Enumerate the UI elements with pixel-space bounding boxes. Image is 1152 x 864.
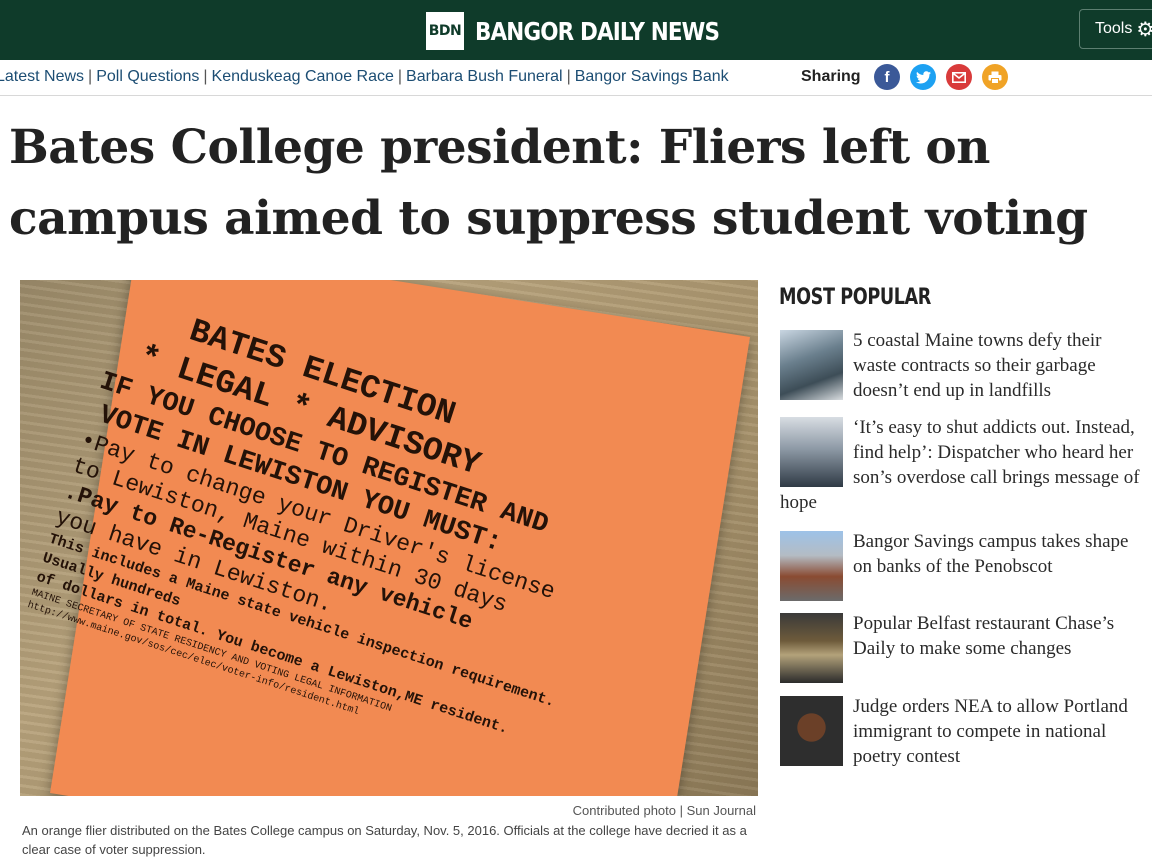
thumbnail[interactable] bbox=[780, 417, 843, 487]
nav-link-barbara-bush[interactable]: Barbara Bush Funeral bbox=[406, 68, 563, 85]
logo-abbr: BDN bbox=[428, 23, 462, 39]
most-popular-item[interactable]: 5 coastal Maine towns defy their waste c… bbox=[780, 328, 1142, 403]
facebook-icon[interactable]: f bbox=[874, 64, 900, 90]
site-header: BDN BANGOR DAILY NEWS Tools ⚙ bbox=[0, 0, 1152, 60]
most-popular-item[interactable]: Bangor Savings campus takes shape on ban… bbox=[780, 529, 1142, 601]
most-popular-link[interactable]: Bangor Savings campus takes shape on ban… bbox=[853, 531, 1128, 577]
twitter-icon[interactable] bbox=[910, 64, 936, 90]
print-icon[interactable] bbox=[982, 64, 1008, 90]
most-popular-item[interactable]: Judge orders NEA to allow Portland immig… bbox=[780, 694, 1142, 769]
sharing-label: Sharing bbox=[801, 68, 861, 85]
most-popular-heading: MOST POPULAR bbox=[779, 285, 931, 310]
photo-credit: Contributed photo | Sun Journal bbox=[572, 803, 756, 818]
site-name: BANGOR DAILY NEWS bbox=[475, 16, 720, 46]
site-logo[interactable]: BDN BANGOR DAILY NEWS bbox=[426, 9, 759, 53]
nav-separator: | bbox=[88, 68, 93, 85]
tools-label: Tools bbox=[1095, 20, 1133, 37]
nav-link-poll-questions[interactable]: Poll Questions bbox=[96, 68, 199, 85]
thumbnail[interactable] bbox=[780, 696, 843, 766]
nav-separator: | bbox=[397, 68, 403, 85]
tools-button[interactable]: Tools ⚙ bbox=[1079, 9, 1152, 49]
nav-links: Latest News | Poll Questions | Kenduskeag Ca… bbox=[0, 68, 729, 86]
most-popular-link[interactable]: Popular Belfast restaurant Chase’s Daily… bbox=[853, 613, 1114, 659]
photo-caption: An orange flier distributed on the Bates… bbox=[22, 823, 747, 857]
nav-link-bangor-savings[interactable]: Bangor Savings Bank bbox=[575, 68, 729, 85]
most-popular-item[interactable]: ‘It’s easy to shut addicts out. Instead,… bbox=[780, 415, 1142, 515]
article-headline: Bates College president: Fliers left on … bbox=[9, 120, 1088, 246]
nav-separator: | bbox=[203, 68, 208, 85]
thumbnail[interactable] bbox=[780, 330, 843, 400]
gear-icon: ⚙ bbox=[1136, 18, 1152, 41]
nav-bar: Latest News | Poll Questions | Kenduskeag Ca… bbox=[0, 60, 1152, 96]
nav-link-latest-news[interactable]: Latest News bbox=[0, 68, 84, 85]
most-popular-link[interactable]: 5 coastal Maine towns defy their waste c… bbox=[853, 330, 1102, 401]
nav-link-kenduskeag[interactable]: Kenduskeag Canoe Race bbox=[212, 68, 394, 85]
logo-badge: BDN bbox=[426, 12, 464, 50]
thumbnail[interactable] bbox=[780, 613, 843, 683]
article-photo[interactable]: BATES ELECTION * LEGAL * ADVISORY IF YOU… bbox=[20, 280, 758, 796]
most-popular-item[interactable]: Popular Belfast restaurant Chase’s Daily… bbox=[780, 611, 1142, 683]
thumbnail[interactable] bbox=[780, 531, 843, 601]
most-popular-link[interactable]: Judge orders NEA to allow Portland immig… bbox=[853, 696, 1128, 767]
email-icon[interactable] bbox=[946, 64, 972, 90]
nav-separator: | bbox=[566, 68, 571, 85]
